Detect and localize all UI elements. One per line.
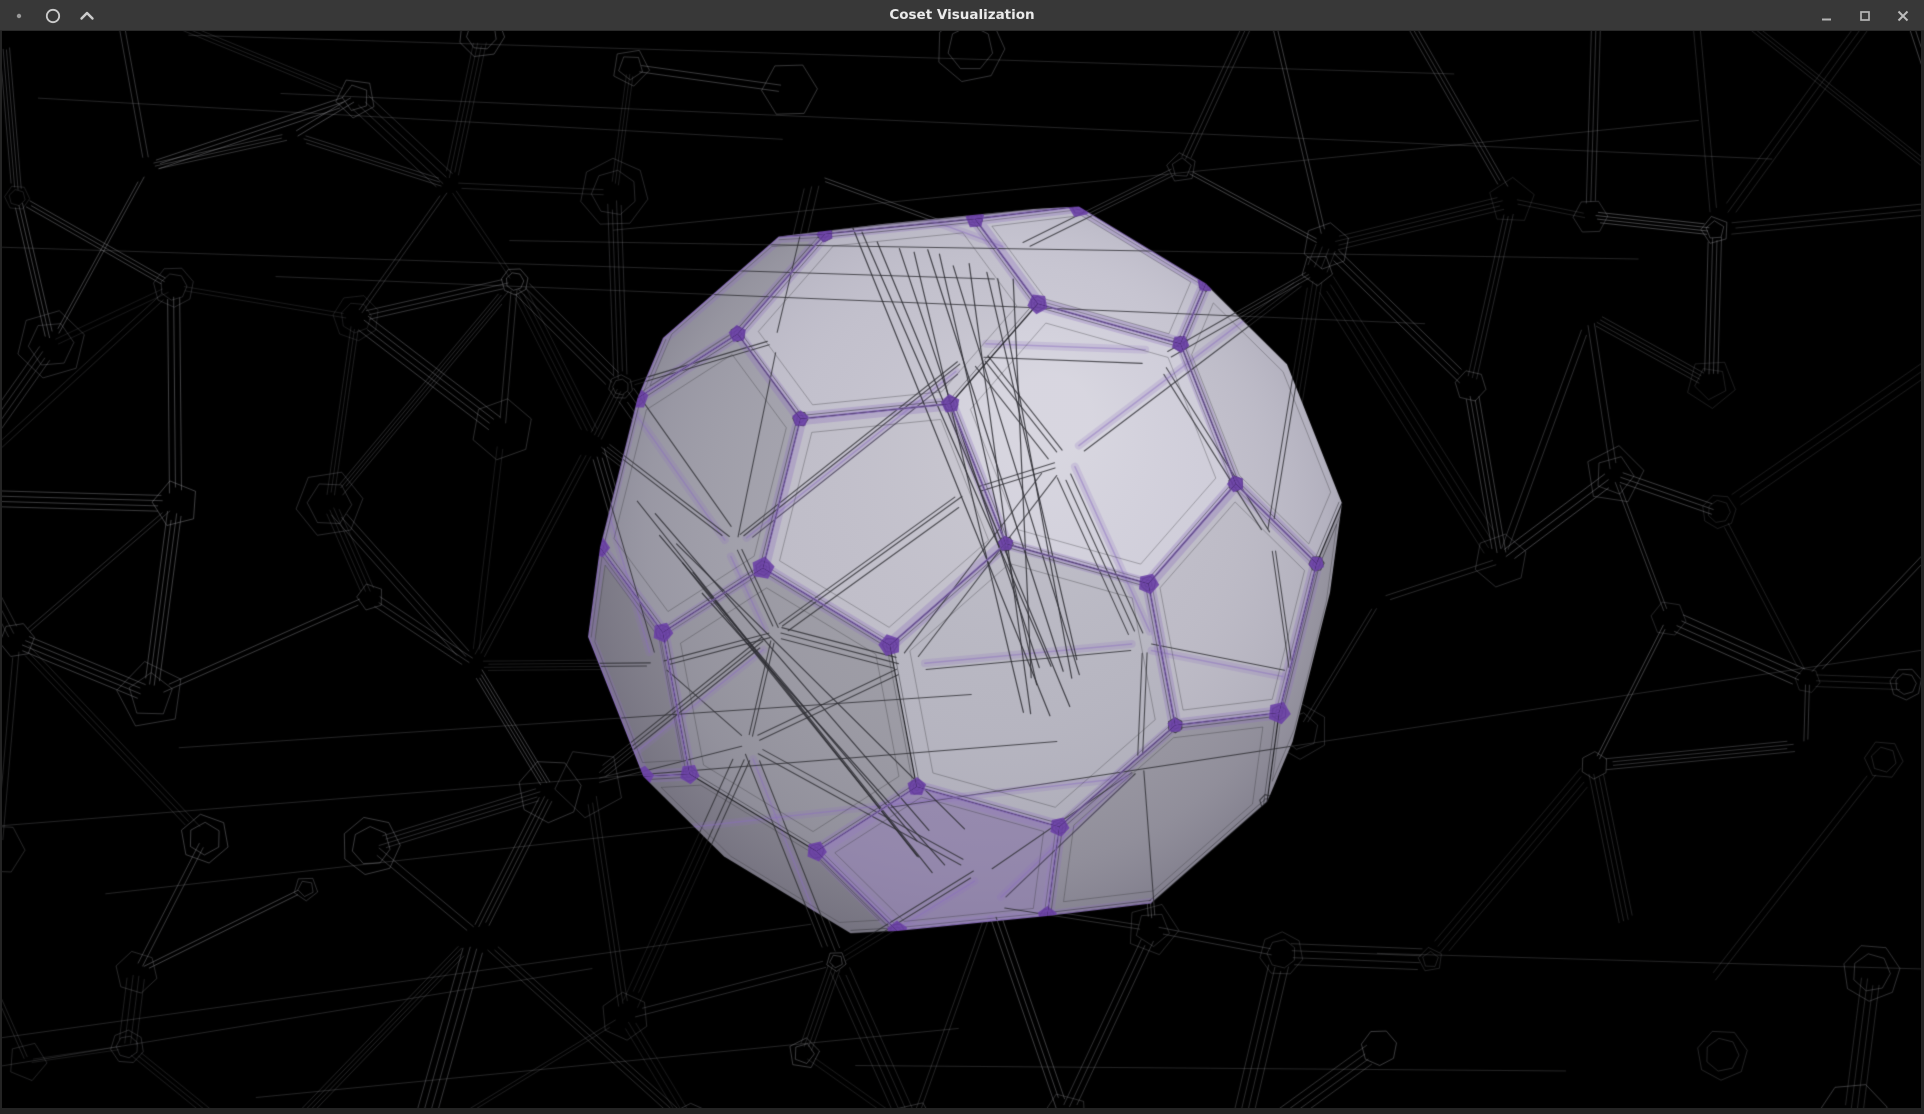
close-button[interactable]	[1894, 7, 1912, 25]
coset-3d-viewport[interactable]	[2, 31, 1921, 1108]
window-title: Coset Visualization	[0, 0, 1924, 31]
dot-icon[interactable]	[10, 7, 28, 25]
circle-icon[interactable]	[44, 7, 62, 25]
chevron-up-icon[interactable]	[78, 7, 96, 25]
titlebar-left-icons	[10, 0, 96, 31]
app-window: Coset Visualization	[0, 0, 1924, 1114]
titlebar[interactable]: Coset Visualization	[0, 0, 1924, 31]
window-controls	[1818, 0, 1912, 31]
window-resize-edge-bottom[interactable]	[0, 1108, 1924, 1114]
minimize-button[interactable]	[1818, 7, 1836, 25]
maximize-button[interactable]	[1856, 7, 1874, 25]
